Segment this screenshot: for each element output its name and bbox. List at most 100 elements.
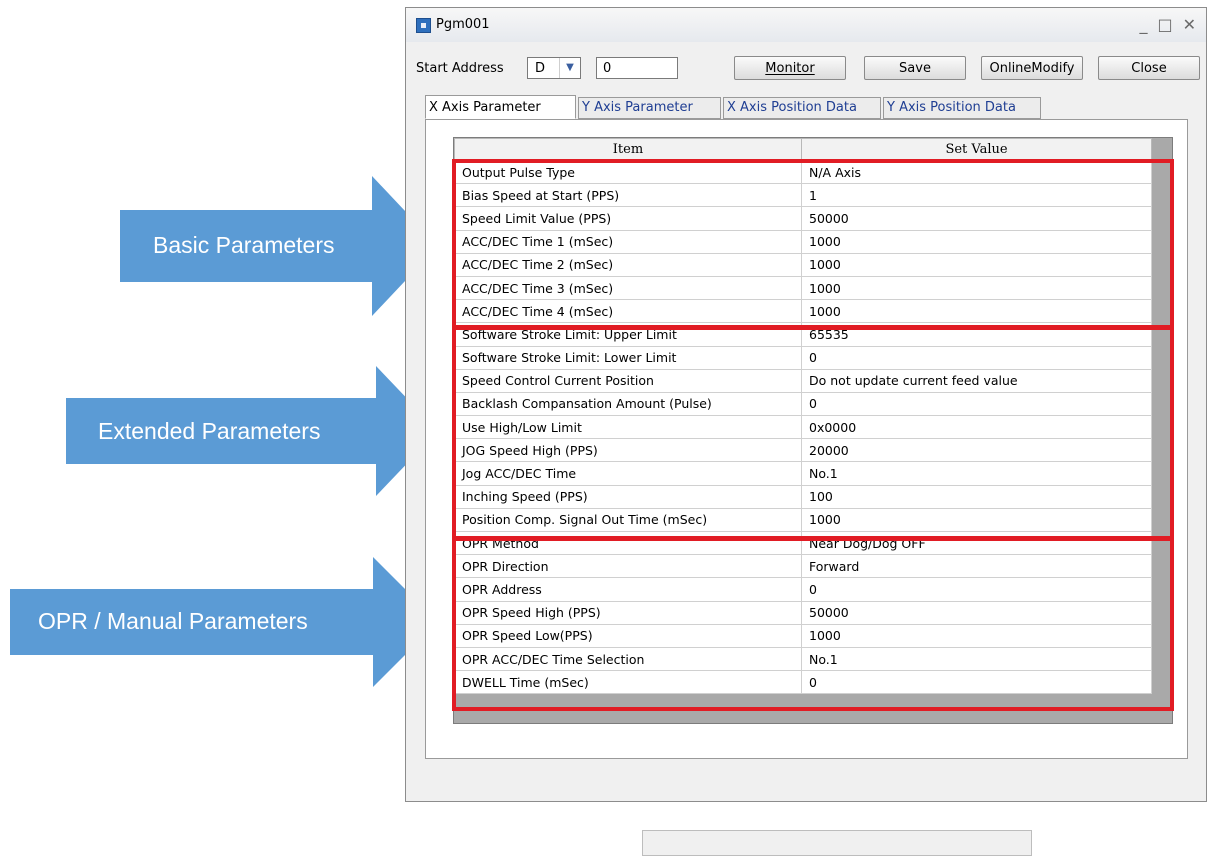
monitor-button-label: Monitor xyxy=(765,61,815,76)
item-cell: OPR Speed High (PPS) xyxy=(454,600,802,625)
set-value-cell[interactable]: 1 xyxy=(801,183,1152,208)
table-row[interactable]: JOG Speed High (PPS) 20000 xyxy=(454,438,1152,463)
set-value-cell[interactable]: 0 xyxy=(801,670,1152,695)
item-cell: Bias Speed at Start (PPS) xyxy=(454,183,802,208)
table-row[interactable]: Jog ACC/DEC Time No.1 xyxy=(454,461,1152,486)
app-icon xyxy=(416,18,431,33)
annotation-arrow-extended: Extended Parameters xyxy=(66,366,438,496)
table-row[interactable]: Output Pulse Type N/A Axis xyxy=(454,159,1152,185)
item-cell: Position Comp. Signal Out Time (mSec) xyxy=(454,507,802,533)
item-cell: ACC/DEC Time 4 (mSec) xyxy=(454,299,802,324)
tab-x-axis-position-data[interactable]: X Axis Position Data xyxy=(723,97,881,119)
table-row[interactable]: Software Stroke Limit: Lower Limit 0 xyxy=(454,345,1152,370)
parameter-grid[interactable]: Item Set Value Output Pulse Type N/A Axis… xyxy=(453,137,1173,724)
table-row[interactable]: ACC/DEC Time 4 (mSec) 1000 xyxy=(454,299,1152,324)
item-cell: Inching Speed (PPS) xyxy=(454,484,802,509)
tab-x-axis-parameter[interactable]: X Axis Parameter xyxy=(425,95,576,119)
set-value-cell[interactable]: 1000 xyxy=(801,252,1152,277)
set-value-cell[interactable]: 1000 xyxy=(801,507,1152,533)
table-row[interactable]: OPR ACC/DEC Time Selection No.1 xyxy=(454,646,1152,672)
item-cell: Output Pulse Type xyxy=(454,159,802,185)
set-value-cell[interactable]: 1000 xyxy=(801,623,1152,648)
title-bar[interactable]: Pgm001 _ □ ✕ xyxy=(406,8,1206,42)
set-value-cell[interactable]: 0x0000 xyxy=(801,415,1152,440)
table-row[interactable]: DWELL Time (mSec) 0 xyxy=(454,670,1152,695)
close-button-label: Close xyxy=(1131,61,1167,76)
table-row[interactable]: Speed Control Current Position Do not upd… xyxy=(454,368,1152,393)
table-row[interactable]: OPR Speed Low(PPS) 1000 xyxy=(454,623,1152,648)
close-icon[interactable]: ✕ xyxy=(1183,15,1196,34)
set-value-cell[interactable]: 20000 xyxy=(801,438,1152,463)
item-cell: ACC/DEC Time 1 (mSec) xyxy=(454,229,802,254)
status-bar xyxy=(642,830,1032,856)
set-value-cell[interactable]: 1000 xyxy=(801,299,1152,324)
column-header-set-value[interactable]: Set Value xyxy=(801,138,1152,161)
column-header-item[interactable]: Item xyxy=(454,138,802,161)
close-button[interactable]: Close xyxy=(1098,56,1200,80)
set-value-cell[interactable]: No.1 xyxy=(801,646,1152,672)
tab-y-axis-parameter[interactable]: Y Axis Parameter xyxy=(578,97,721,119)
save-button[interactable]: Save xyxy=(864,56,966,80)
table-row[interactable]: Use High/Low Limit 0x0000 xyxy=(454,415,1152,440)
online-modify-button[interactable]: OnlineModify xyxy=(981,56,1083,80)
window-title: Pgm001 xyxy=(436,17,490,32)
monitor-button[interactable]: Monitor xyxy=(734,56,846,80)
item-cell: OPR Speed Low(PPS) xyxy=(454,623,802,648)
set-value-cell[interactable]: 50000 xyxy=(801,206,1152,231)
table-row[interactable]: OPR Method Near Dog/Dog OFF xyxy=(454,530,1152,556)
item-cell: Jog ACC/DEC Time xyxy=(454,461,802,486)
set-value-cell[interactable]: 1000 xyxy=(801,275,1152,301)
table-row[interactable]: Bias Speed at Start (PPS) 1 xyxy=(454,183,1152,208)
set-value-cell[interactable]: Near Dog/Dog OFF xyxy=(801,530,1152,556)
item-cell: Software Stroke Limit: Upper Limit xyxy=(454,322,802,347)
item-cell: Speed Control Current Position xyxy=(454,368,802,393)
table-row[interactable]: ACC/DEC Time 3 (mSec) 1000 xyxy=(454,275,1152,301)
minimize-icon[interactable]: _ xyxy=(1139,15,1147,34)
item-cell: Use High/Low Limit xyxy=(454,415,802,440)
item-cell: Software Stroke Limit: Lower Limit xyxy=(454,345,802,370)
start-address-input[interactable] xyxy=(596,57,678,79)
item-cell: OPR Direction xyxy=(454,554,802,579)
set-value-cell[interactable]: Do not update current feed value xyxy=(801,368,1152,393)
set-value-cell[interactable]: No.1 xyxy=(801,461,1152,486)
start-address-label: Start Address xyxy=(416,61,504,76)
table-row[interactable]: OPR Direction Forward xyxy=(454,554,1152,579)
toolbar: Start Address D ▼ Monitor Save OnlineMod… xyxy=(406,54,1206,82)
pgm-window: Pgm001 _ □ ✕ Start Address D ▼ Monitor S… xyxy=(405,7,1207,856)
table-body: Output Pulse Type N/A Axis Bias Speed at S… xyxy=(454,159,1152,695)
table-row[interactable]: Software Stroke Limit: Upper Limit 65535 xyxy=(454,322,1152,347)
item-cell: ACC/DEC Time 3 (mSec) xyxy=(454,275,802,301)
chevron-down-icon[interactable]: ▼ xyxy=(559,58,580,78)
set-value-cell[interactable]: Forward xyxy=(801,554,1152,579)
device-select[interactable]: D ▼ xyxy=(527,57,581,79)
table-row[interactable]: Inching Speed (PPS) 100 xyxy=(454,484,1152,509)
set-value-cell[interactable]: 50000 xyxy=(801,600,1152,625)
table-row[interactable]: ACC/DEC Time 2 (mSec) 1000 xyxy=(454,252,1152,277)
table-row[interactable]: OPR Address 0 xyxy=(454,577,1152,602)
online-modify-button-label: OnlineModify xyxy=(989,61,1075,76)
item-cell: ACC/DEC Time 2 (mSec) xyxy=(454,252,802,277)
maximize-icon[interactable]: □ xyxy=(1157,15,1172,34)
tab-y-axis-position-data[interactable]: Y Axis Position Data xyxy=(883,97,1041,119)
device-select-value: D xyxy=(535,61,546,76)
set-value-cell[interactable]: 0 xyxy=(801,345,1152,370)
item-cell: OPR Method xyxy=(454,530,802,556)
table-row[interactable]: Speed Limit Value (PPS) 50000 xyxy=(454,206,1152,231)
item-cell: Backlash Compansation Amount (Pulse) xyxy=(454,391,802,417)
table-row[interactable]: Position Comp. Signal Out Time (mSec) 100… xyxy=(454,507,1152,533)
item-cell: Speed Limit Value (PPS) xyxy=(454,206,802,231)
table-row[interactable]: ACC/DEC Time 1 (mSec) 1000 xyxy=(454,229,1152,254)
set-value-cell[interactable]: 0 xyxy=(801,577,1152,602)
table-header-row: Item Set Value xyxy=(454,138,1152,161)
set-value-cell[interactable]: 1000 xyxy=(801,229,1152,254)
table-row[interactable]: Backlash Compansation Amount (Pulse) 0 xyxy=(454,391,1152,417)
set-value-cell[interactable]: 0 xyxy=(801,391,1152,417)
set-value-cell[interactable]: 65535 xyxy=(801,322,1152,347)
table-row[interactable]: OPR Speed High (PPS) 50000 xyxy=(454,600,1152,625)
set-value-cell[interactable]: N/A Axis xyxy=(801,159,1152,185)
annotation-label-opr: OPR / Manual Parameters xyxy=(38,608,308,634)
set-value-cell[interactable]: 100 xyxy=(801,484,1152,509)
item-cell: OPR ACC/DEC Time Selection xyxy=(454,646,802,672)
tab-panel: Item Set Value Output Pulse Type N/A Axis… xyxy=(425,119,1188,856)
item-cell: OPR Address xyxy=(454,577,802,602)
